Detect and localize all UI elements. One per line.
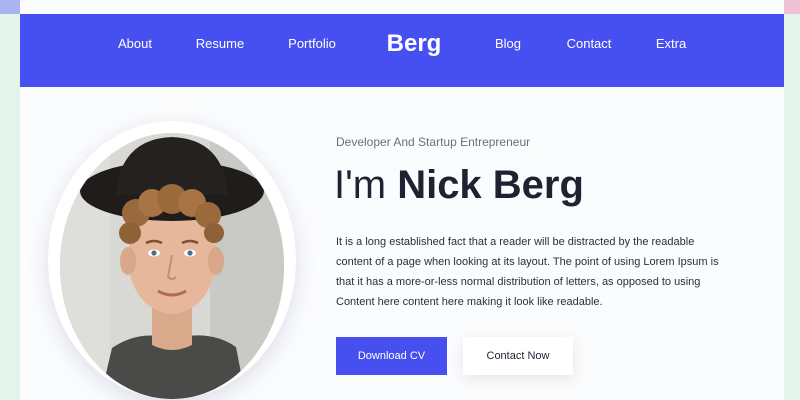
nav-item-extra[interactable]: Extra bbox=[656, 14, 686, 87]
brand-logo[interactable]: Berg bbox=[387, 14, 442, 87]
nav-item-portfolio[interactable]: Portfolio bbox=[288, 14, 336, 87]
avatar bbox=[60, 133, 284, 399]
download-cv-button[interactable]: Download CV bbox=[336, 337, 447, 375]
nav-item-contact[interactable]: Contact bbox=[567, 14, 612, 87]
headline-prefix: I'm bbox=[334, 163, 398, 207]
contact-now-button[interactable]: Contact Now bbox=[463, 337, 573, 375]
navbar: About Resume Portfolio Berg Blog Contact… bbox=[20, 14, 784, 87]
nav-item-about[interactable]: About bbox=[118, 14, 152, 87]
nav-item-blog[interactable]: Blog bbox=[495, 14, 521, 87]
headline-name: Nick Berg bbox=[397, 163, 584, 207]
nav-item-resume[interactable]: Resume bbox=[196, 14, 244, 87]
hero-subtitle: Developer And Startup Entrepreneur bbox=[336, 135, 531, 149]
avatar-portrait-image bbox=[60, 133, 284, 399]
hero-headline: I'm Nick Berg bbox=[334, 158, 584, 212]
hero-bio: It is a long established fact that a rea… bbox=[336, 236, 719, 308]
avatar-frame bbox=[48, 121, 296, 399]
